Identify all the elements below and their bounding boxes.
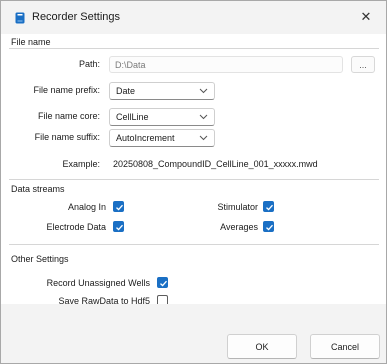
electrode-data-checkbox[interactable] xyxy=(113,221,124,232)
prefix-label: File name prefix: xyxy=(33,85,100,95)
prefix-value: Date xyxy=(116,86,136,96)
electrode-data-label: Electrode Data xyxy=(46,222,106,232)
prefix-combo[interactable]: Date xyxy=(109,82,215,100)
example-value: 20250808_CompoundID_CellLine_001_xxxxx.m… xyxy=(113,159,318,169)
recorder-settings-dialog: Recorder Settings ✕ File name Path: D:\D… xyxy=(0,0,387,364)
group-title-data-streams: Data streams xyxy=(11,184,65,194)
title-bar: Recorder Settings ✕ xyxy=(1,1,386,34)
path-input[interactable]: D:\Data xyxy=(109,56,343,73)
dialog-title: Recorder Settings xyxy=(32,11,121,23)
checkmark-icon xyxy=(266,224,273,231)
record-unassigned-checkbox[interactable] xyxy=(157,277,168,288)
cancel-button[interactable]: Cancel xyxy=(310,334,380,359)
example-label: Example: xyxy=(62,159,100,169)
checkmark-icon xyxy=(266,204,273,211)
checkmark-icon xyxy=(116,224,123,231)
suffix-label: File name suffix: xyxy=(34,132,100,142)
record-unassigned-label: Record Unassigned Wells xyxy=(46,278,150,288)
separator xyxy=(9,244,379,245)
suffix-combo[interactable]: AutoIncrement xyxy=(109,129,215,147)
stimulator-checkbox[interactable] xyxy=(263,201,274,212)
stimulator-label: Stimulator xyxy=(217,202,258,212)
group-title-other-settings: Other Settings xyxy=(11,254,69,264)
separator xyxy=(9,48,379,49)
dialog-footer: OK Cancel xyxy=(1,304,386,363)
core-label: File name core: xyxy=(37,111,100,121)
analog-in-label: Analog In xyxy=(67,202,106,212)
browse-button[interactable]: ... xyxy=(351,56,375,73)
recorder-app-icon xyxy=(15,12,25,24)
chevron-down-icon xyxy=(199,88,208,94)
core-combo[interactable]: CellLine xyxy=(109,108,215,126)
chevron-down-icon xyxy=(199,135,208,141)
analog-in-checkbox[interactable] xyxy=(113,201,124,212)
close-button[interactable]: ✕ xyxy=(351,4,381,30)
core-value: CellLine xyxy=(116,112,149,122)
checkmark-icon xyxy=(160,280,167,287)
chevron-down-icon xyxy=(199,114,208,120)
averages-label: Averages xyxy=(220,222,258,232)
averages-checkbox[interactable] xyxy=(263,221,274,232)
close-icon: ✕ xyxy=(360,9,372,24)
path-label: Path: xyxy=(78,59,100,69)
group-title-file-name: File name xyxy=(11,37,51,47)
ok-button[interactable]: OK xyxy=(227,334,297,359)
dialog-content: File name Path: D:\Data ... File name pr… xyxy=(1,34,386,306)
checkmark-icon xyxy=(116,204,123,211)
separator xyxy=(9,179,379,180)
suffix-value: AutoIncrement xyxy=(116,133,175,143)
